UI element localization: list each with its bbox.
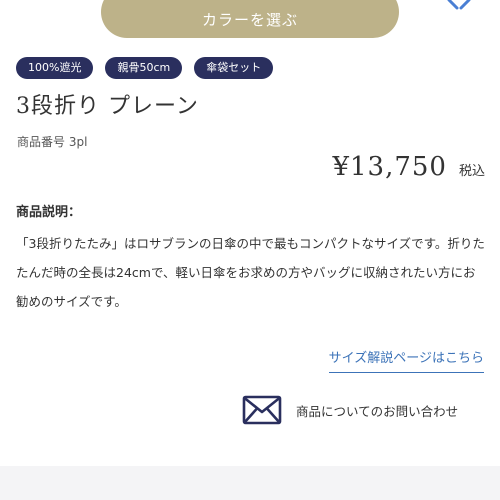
price-row: ¥13,750 税込 — [332, 152, 485, 182]
description-body: 「3段折りたたみ」はロサブランの日傘の中で最もコンパクトなサイズです。折りたたん… — [16, 236, 485, 309]
footer-bar — [0, 466, 500, 500]
tag-shading: 100%遮光 — [16, 57, 94, 79]
tax-label: 税込 — [458, 164, 485, 179]
product-price: ¥13,750 — [332, 152, 447, 182]
product-title: 3段折り プレーン — [16, 94, 199, 119]
tag-rib-length: 親骨50cm — [105, 57, 183, 79]
mail-icon — [242, 395, 282, 425]
choose-color-button[interactable]: カラーを選ぶ — [101, 0, 399, 38]
size-guide-link[interactable]: サイズ解説ページはこちら — [328, 347, 484, 373]
product-number: 商品番号 3pl — [17, 135, 88, 149]
choose-color-label: カラーを選ぶ — [201, 10, 298, 29]
product-inquiry-link[interactable]: 商品についてのお問い合わせ — [242, 395, 458, 425]
tag-umbrella-bag: 傘袋セット — [194, 57, 274, 79]
inquiry-label: 商品についてのお問い合わせ — [296, 403, 459, 419]
feature-tags: 100%遮光 親骨50cm 傘袋セット — [16, 57, 274, 79]
chevron-icon[interactable] — [447, 0, 471, 10]
description-heading: 商品説明： — [16, 205, 82, 220]
